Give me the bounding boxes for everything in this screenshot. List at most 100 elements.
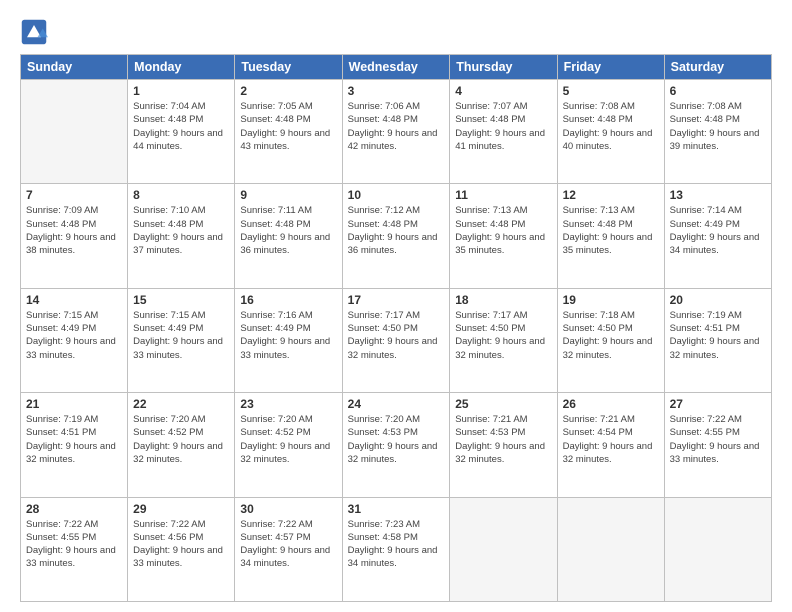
day-number: 26 (563, 397, 659, 411)
header-thursday: Thursday (450, 55, 557, 80)
day-info: Sunrise: 7:08 AMSunset: 4:48 PMDaylight:… (670, 101, 760, 152)
week-row-2: 14 Sunrise: 7:15 AMSunset: 4:49 PMDaylig… (21, 288, 772, 392)
day-info: Sunrise: 7:17 AMSunset: 4:50 PMDaylight:… (348, 310, 438, 361)
day-info: Sunrise: 7:11 AMSunset: 4:48 PMDaylight:… (240, 205, 330, 256)
day-number: 8 (133, 188, 229, 202)
week-row-4: 28 Sunrise: 7:22 AMSunset: 4:55 PMDaylig… (21, 497, 772, 601)
calendar-cell: 2 Sunrise: 7:05 AMSunset: 4:48 PMDayligh… (235, 80, 342, 184)
calendar-cell: 17 Sunrise: 7:17 AMSunset: 4:50 PMDaylig… (342, 288, 450, 392)
day-number: 18 (455, 293, 551, 307)
calendar-cell: 3 Sunrise: 7:06 AMSunset: 4:48 PMDayligh… (342, 80, 450, 184)
calendar-cell: 15 Sunrise: 7:15 AMSunset: 4:49 PMDaylig… (128, 288, 235, 392)
calendar-cell: 29 Sunrise: 7:22 AMSunset: 4:56 PMDaylig… (128, 497, 235, 601)
header-sunday: Sunday (21, 55, 128, 80)
day-number: 6 (670, 84, 766, 98)
calendar-cell: 26 Sunrise: 7:21 AMSunset: 4:54 PMDaylig… (557, 393, 664, 497)
week-row-1: 7 Sunrise: 7:09 AMSunset: 4:48 PMDayligh… (21, 184, 772, 288)
header-friday: Friday (557, 55, 664, 80)
page: SundayMondayTuesdayWednesdayThursdayFrid… (0, 0, 792, 612)
logo (20, 18, 52, 46)
calendar-cell: 28 Sunrise: 7:22 AMSunset: 4:55 PMDaylig… (21, 497, 128, 601)
week-row-3: 21 Sunrise: 7:19 AMSunset: 4:51 PMDaylig… (21, 393, 772, 497)
day-info: Sunrise: 7:22 AMSunset: 4:55 PMDaylight:… (670, 414, 760, 465)
day-number: 14 (26, 293, 122, 307)
day-info: Sunrise: 7:15 AMSunset: 4:49 PMDaylight:… (133, 310, 223, 361)
day-number: 28 (26, 502, 122, 516)
calendar-cell: 16 Sunrise: 7:16 AMSunset: 4:49 PMDaylig… (235, 288, 342, 392)
day-info: Sunrise: 7:19 AMSunset: 4:51 PMDaylight:… (26, 414, 116, 465)
calendar-cell: 24 Sunrise: 7:20 AMSunset: 4:53 PMDaylig… (342, 393, 450, 497)
day-number: 11 (455, 188, 551, 202)
day-info: Sunrise: 7:14 AMSunset: 4:49 PMDaylight:… (670, 205, 760, 256)
calendar-cell: 4 Sunrise: 7:07 AMSunset: 4:48 PMDayligh… (450, 80, 557, 184)
day-info: Sunrise: 7:08 AMSunset: 4:48 PMDaylight:… (563, 101, 653, 152)
day-number: 3 (348, 84, 445, 98)
calendar-cell (450, 497, 557, 601)
day-number: 19 (563, 293, 659, 307)
calendar-cell: 9 Sunrise: 7:11 AMSunset: 4:48 PMDayligh… (235, 184, 342, 288)
day-info: Sunrise: 7:06 AMSunset: 4:48 PMDaylight:… (348, 101, 438, 152)
day-info: Sunrise: 7:07 AMSunset: 4:48 PMDaylight:… (455, 101, 545, 152)
day-info: Sunrise: 7:05 AMSunset: 4:48 PMDaylight:… (240, 101, 330, 152)
day-number: 16 (240, 293, 336, 307)
day-number: 13 (670, 188, 766, 202)
day-info: Sunrise: 7:18 AMSunset: 4:50 PMDaylight:… (563, 310, 653, 361)
day-info: Sunrise: 7:23 AMSunset: 4:58 PMDaylight:… (348, 519, 438, 570)
calendar-cell: 23 Sunrise: 7:20 AMSunset: 4:52 PMDaylig… (235, 393, 342, 497)
header-tuesday: Tuesday (235, 55, 342, 80)
day-info: Sunrise: 7:21 AMSunset: 4:53 PMDaylight:… (455, 414, 545, 465)
calendar-cell: 22 Sunrise: 7:20 AMSunset: 4:52 PMDaylig… (128, 393, 235, 497)
calendar-cell: 10 Sunrise: 7:12 AMSunset: 4:48 PMDaylig… (342, 184, 450, 288)
calendar-cell: 18 Sunrise: 7:17 AMSunset: 4:50 PMDaylig… (450, 288, 557, 392)
header-saturday: Saturday (664, 55, 771, 80)
day-number: 10 (348, 188, 445, 202)
calendar-cell: 21 Sunrise: 7:19 AMSunset: 4:51 PMDaylig… (21, 393, 128, 497)
day-info: Sunrise: 7:22 AMSunset: 4:56 PMDaylight:… (133, 519, 223, 570)
week-row-0: 1 Sunrise: 7:04 AMSunset: 4:48 PMDayligh… (21, 80, 772, 184)
calendar-table: SundayMondayTuesdayWednesdayThursdayFrid… (20, 54, 772, 602)
day-info: Sunrise: 7:15 AMSunset: 4:49 PMDaylight:… (26, 310, 116, 361)
day-number: 25 (455, 397, 551, 411)
day-info: Sunrise: 7:22 AMSunset: 4:55 PMDaylight:… (26, 519, 116, 570)
day-number: 30 (240, 502, 336, 516)
calendar-cell (557, 497, 664, 601)
calendar-header-row: SundayMondayTuesdayWednesdayThursdayFrid… (21, 55, 772, 80)
calendar-cell (21, 80, 128, 184)
day-info: Sunrise: 7:10 AMSunset: 4:48 PMDaylight:… (133, 205, 223, 256)
day-info: Sunrise: 7:20 AMSunset: 4:53 PMDaylight:… (348, 414, 438, 465)
day-info: Sunrise: 7:19 AMSunset: 4:51 PMDaylight:… (670, 310, 760, 361)
calendar-cell: 20 Sunrise: 7:19 AMSunset: 4:51 PMDaylig… (664, 288, 771, 392)
calendar-cell: 11 Sunrise: 7:13 AMSunset: 4:48 PMDaylig… (450, 184, 557, 288)
calendar-cell: 19 Sunrise: 7:18 AMSunset: 4:50 PMDaylig… (557, 288, 664, 392)
calendar-cell: 12 Sunrise: 7:13 AMSunset: 4:48 PMDaylig… (557, 184, 664, 288)
day-info: Sunrise: 7:20 AMSunset: 4:52 PMDaylight:… (240, 414, 330, 465)
day-info: Sunrise: 7:12 AMSunset: 4:48 PMDaylight:… (348, 205, 438, 256)
header-monday: Monday (128, 55, 235, 80)
calendar-cell: 25 Sunrise: 7:21 AMSunset: 4:53 PMDaylig… (450, 393, 557, 497)
day-info: Sunrise: 7:13 AMSunset: 4:48 PMDaylight:… (563, 205, 653, 256)
logo-icon (20, 18, 48, 46)
calendar-cell: 6 Sunrise: 7:08 AMSunset: 4:48 PMDayligh… (664, 80, 771, 184)
calendar-cell: 7 Sunrise: 7:09 AMSunset: 4:48 PMDayligh… (21, 184, 128, 288)
day-number: 23 (240, 397, 336, 411)
day-info: Sunrise: 7:22 AMSunset: 4:57 PMDaylight:… (240, 519, 330, 570)
day-number: 31 (348, 502, 445, 516)
day-number: 27 (670, 397, 766, 411)
day-number: 7 (26, 188, 122, 202)
day-number: 15 (133, 293, 229, 307)
day-number: 2 (240, 84, 336, 98)
day-info: Sunrise: 7:21 AMSunset: 4:54 PMDaylight:… (563, 414, 653, 465)
day-number: 20 (670, 293, 766, 307)
day-info: Sunrise: 7:17 AMSunset: 4:50 PMDaylight:… (455, 310, 545, 361)
day-number: 1 (133, 84, 229, 98)
calendar-cell: 8 Sunrise: 7:10 AMSunset: 4:48 PMDayligh… (128, 184, 235, 288)
day-number: 29 (133, 502, 229, 516)
calendar-cell: 30 Sunrise: 7:22 AMSunset: 4:57 PMDaylig… (235, 497, 342, 601)
day-number: 21 (26, 397, 122, 411)
calendar-cell: 1 Sunrise: 7:04 AMSunset: 4:48 PMDayligh… (128, 80, 235, 184)
calendar-cell: 5 Sunrise: 7:08 AMSunset: 4:48 PMDayligh… (557, 80, 664, 184)
day-number: 22 (133, 397, 229, 411)
day-number: 17 (348, 293, 445, 307)
day-number: 5 (563, 84, 659, 98)
day-info: Sunrise: 7:16 AMSunset: 4:49 PMDaylight:… (240, 310, 330, 361)
